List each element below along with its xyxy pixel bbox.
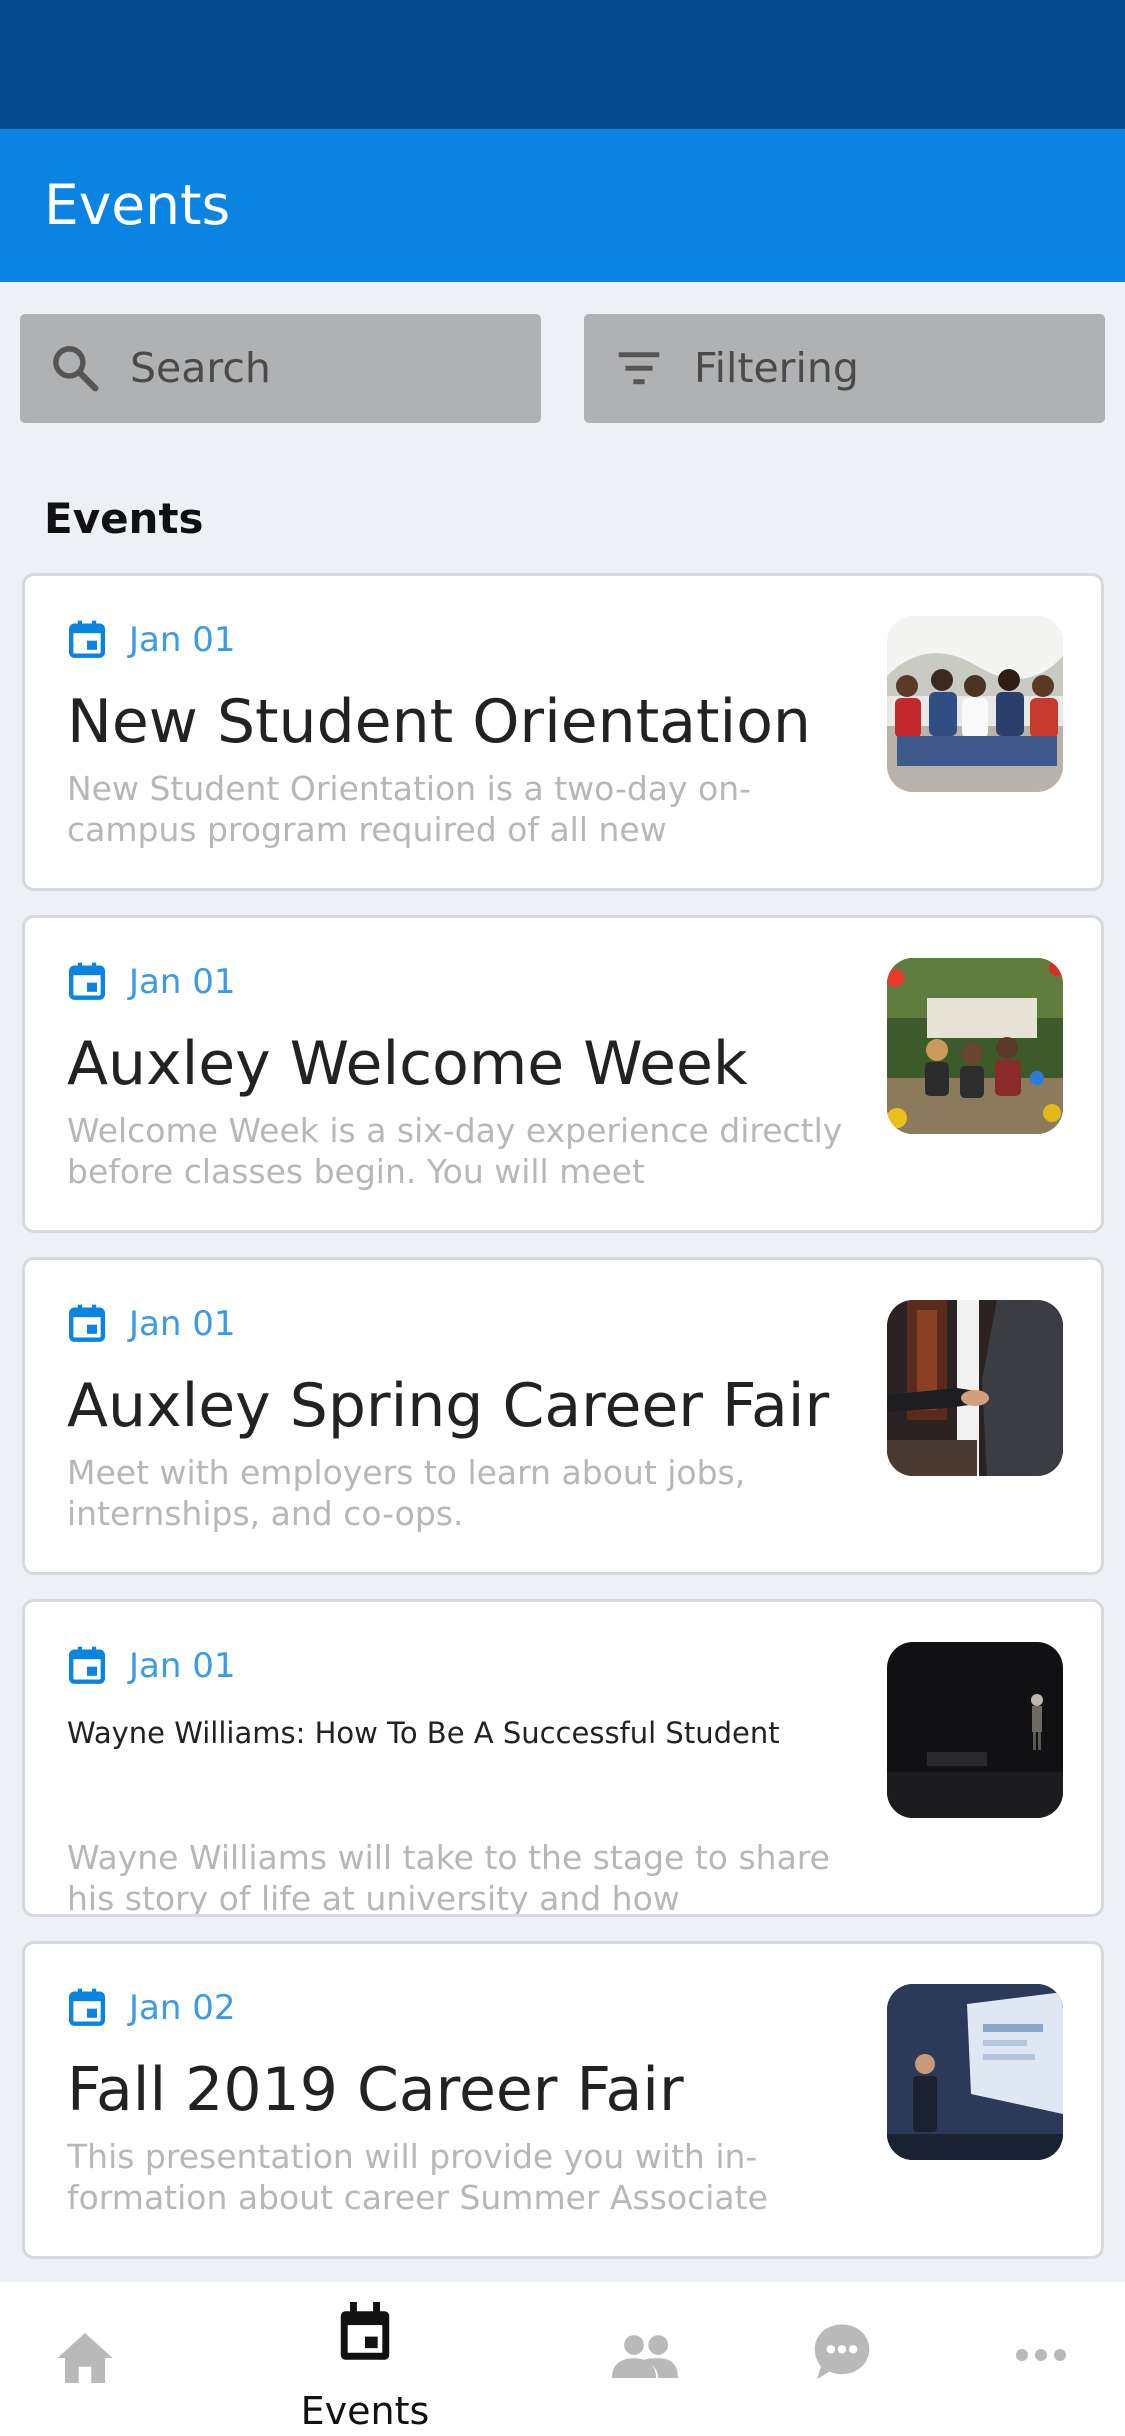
page-title: Events [44,173,231,237]
home-icon [57,2333,113,2383]
event-title: Fall 2019 Career Fair [67,2055,684,2125]
event-description: Wayne Williams will take to the stage to… [67,1838,830,1917]
event-date: Jan 01 [129,620,236,660]
status-bar [0,0,1125,129]
event-card[interactable]: Jan 01 Auxley Welcome Week Welcome Week … [22,915,1104,1233]
event-description: New Student Orientation is a two-day on-… [67,769,752,849]
calendar-icon [340,2302,390,2360]
event-title: New Student Orientation [67,687,811,757]
section-title: Events [44,494,204,543]
event-date: Jan 01 [129,1304,236,1344]
event-thumbnail [887,1984,1063,2160]
event-description: This presentation will provide you with … [67,2137,768,2217]
calendar-icon [69,962,105,1000]
app-header: Events [0,129,1125,282]
event-thumbnail [887,1300,1063,1476]
event-thumbnail [887,958,1063,1134]
event-thumbnail [887,1642,1063,1818]
filter-label: Filtering [694,344,859,392]
event-title: Auxley Welcome Week [67,1029,748,1099]
event-description: Welcome Week is a six-day experience dir… [67,1111,843,1191]
event-date: Jan 02 [129,1988,236,2028]
tab-people[interactable] [560,2282,730,2436]
tab-events[interactable]: Events [250,2282,480,2436]
event-card[interactable]: Jan 01 New Student Orientation New Stude… [22,573,1104,891]
bottom-tab-bar: Events [0,2282,1125,2436]
search-icon [53,346,99,392]
tab-chat[interactable] [757,2282,927,2436]
chat-icon [814,2324,870,2380]
event-card[interactable]: Jan 01 Wayne Williams: How To Be A Succe… [22,1599,1104,1917]
people-icon [612,2335,678,2378]
calendar-icon [69,1646,105,1684]
event-date: Jan 01 [129,962,236,1002]
event-title: Wayne Williams: How To Be A Successful S… [67,1716,780,1750]
tab-more[interactable] [955,2282,1125,2436]
calendar-icon [69,1988,105,2026]
tab-events-label: Events [300,2389,430,2433]
calendar-icon [69,1304,105,1342]
calendar-icon [69,620,105,658]
event-thumbnail [887,616,1063,792]
tab-home[interactable] [0,2282,170,2436]
search-label: Search [130,344,271,392]
event-card[interactable]: Jan 02 Fall 2019 Career Fair This presen… [22,1941,1104,2259]
more-icon [1016,2349,1066,2361]
event-card[interactable]: Jan 01 Auxley Spring Career Fair Meet wi… [22,1257,1104,1575]
filter-icon [618,352,660,385]
search-button[interactable]: Search [20,314,541,423]
event-date: Jan 01 [129,1646,236,1686]
event-description: Meet with employers to learn about jobs,… [67,1453,746,1533]
filter-button[interactable]: Filtering [584,314,1105,423]
event-title: Auxley Spring Career Fair [67,1371,830,1441]
